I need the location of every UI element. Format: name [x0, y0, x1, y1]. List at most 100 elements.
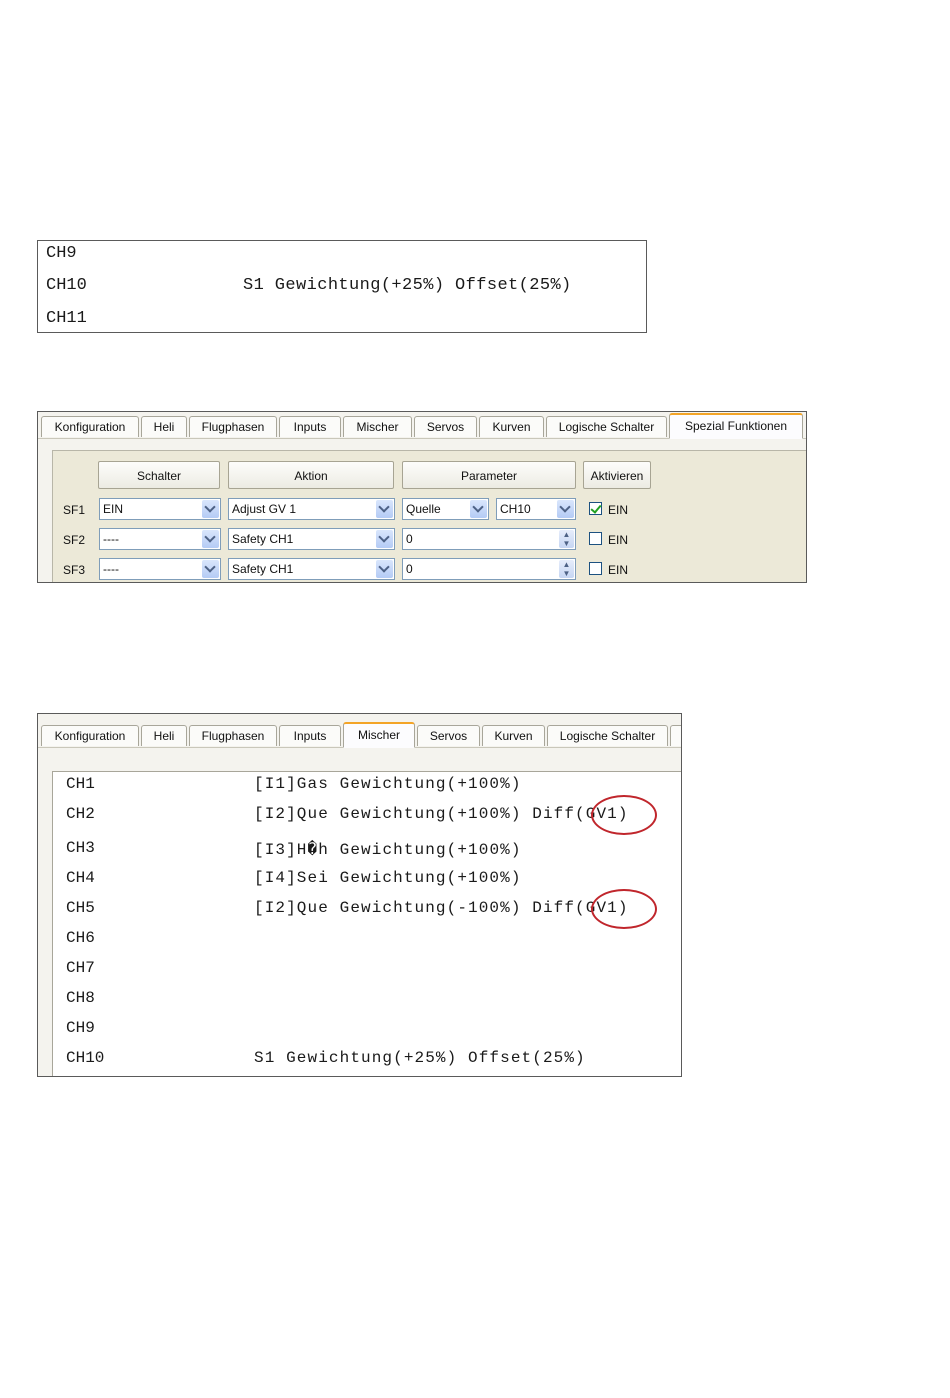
parameter-value: 0 — [406, 532, 413, 546]
chevron-down-icon[interactable] — [376, 560, 393, 578]
mixer-row[interactable]: CH1 [I1]Gas Gewichtung(+100%) — [66, 775, 681, 801]
tab-heli[interactable]: Heli — [141, 416, 187, 437]
channel-label: CH3 — [66, 839, 95, 857]
action-select-value: Adjust GV 1 — [232, 502, 297, 516]
tab-inputs[interactable]: Inputs — [279, 725, 341, 746]
chevron-down-icon[interactable] — [557, 500, 574, 518]
mixer-panel: Konfiguration Heli Flugphasen Inputs Mis… — [37, 713, 682, 1077]
enable-checkbox[interactable] — [589, 532, 602, 545]
action-select[interactable]: Adjust GV 1 — [228, 498, 395, 520]
spin-arrows-icon[interactable]: ▲ ▼ — [559, 530, 574, 548]
switch-select[interactable]: ---- — [99, 528, 221, 550]
mix-definition: [I3]H�h Gewichtung(+100%) — [254, 841, 522, 859]
switch-select-value: EIN — [103, 502, 124, 516]
parameter-mode-select[interactable]: Quelle — [402, 498, 489, 520]
switch-select[interactable]: ---- — [99, 558, 221, 580]
mixer-row[interactable]: CH5 [I2]Que Gewichtung(-100%) Diff(GV1) — [66, 899, 681, 925]
channel-label: CH9 — [46, 244, 77, 263]
mixer-row[interactable]: CH4 [I4]Sei Gewichtung(+100%) — [66, 869, 681, 895]
mixer-row: CH11 — [46, 309, 636, 339]
mix-definition: [I2]Que Gewichtung(-100%) Diff(GV1) — [254, 899, 629, 917]
channel-label: CH10 — [46, 276, 87, 295]
tab-servos[interactable]: Servos — [414, 416, 477, 437]
chevron-down-icon[interactable] — [202, 560, 219, 578]
mixer-row[interactable]: CH10 S1 Gewichtung(+25%) Offset(25%) — [66, 1049, 681, 1075]
chevron-down-icon[interactable] — [202, 530, 219, 548]
channel-label: CH6 — [66, 929, 95, 947]
mixer-row: CH10 S1 Gewichtung(+25%) Offset(25%) — [46, 276, 636, 306]
channel-label: CH2 — [66, 805, 95, 823]
mixer-excerpt-panel: CH9 CH10 S1 Gewichtung(+25%) Offset(25%)… — [37, 240, 647, 333]
tab-konfiguration[interactable]: Konfiguration — [41, 416, 139, 437]
tab-logische-schalter[interactable]: Logische Schalter — [546, 416, 667, 437]
action-select-value: Safety CH1 — [232, 532, 294, 546]
spin-arrows-icon[interactable]: ▲ ▼ — [559, 560, 574, 578]
parameter-spinbox[interactable]: 0 ▲ ▼ — [402, 558, 576, 580]
tab-logische-schalter[interactable]: Logische Schalter — [547, 725, 668, 746]
column-header-enable[interactable]: Aktivieren — [583, 461, 651, 489]
tab-mischer[interactable]: Mischer — [343, 416, 412, 437]
mix-definition: [I2]Que Gewichtung(+100%) Diff(GV1) — [254, 805, 629, 823]
mixer-row[interactable]: CH9 — [66, 1019, 681, 1045]
enable-label: EIN — [608, 533, 629, 547]
enable-label: EIN — [608, 503, 629, 517]
mixer-list: CH1 [I1]Gas Gewichtung(+100%) CH2 [I2]Qu… — [52, 771, 681, 1076]
mix-definition: [I4]Sei Gewichtung(+100%) — [254, 869, 522, 887]
parameter-spinbox[interactable]: 0 ▲ ▼ — [402, 528, 576, 550]
channel-label: CH9 — [66, 1019, 95, 1037]
switch-select-value: ---- — [103, 562, 119, 576]
tab-inputs[interactable]: Inputs — [279, 416, 341, 437]
enable-checkbox[interactable] — [589, 502, 602, 515]
column-header-switch[interactable]: Schalter — [98, 461, 220, 489]
tab-flugphasen[interactable]: Flugphasen — [189, 416, 277, 437]
enable-label: EIN — [608, 563, 629, 577]
mix-definition: S1 Gewichtung(+25%) Offset(25%) — [254, 1049, 586, 1067]
mixer-row[interactable]: CH2 [I2]Que Gewichtung(+100%) Diff(GV1) — [66, 805, 681, 831]
chevron-down-icon[interactable] — [202, 500, 219, 518]
mixer-row[interactable]: CH7 — [66, 959, 681, 985]
sf-row-label: SF3 — [63, 563, 86, 577]
tab-servos[interactable]: Servos — [417, 725, 480, 746]
sf-row-label: SF1 — [63, 503, 86, 517]
gv1-highlight-annotation — [591, 795, 657, 835]
channel-label: CH11 — [46, 309, 87, 328]
mixer-row[interactable]: CH3 [I3]H�h Gewichtung(+100%) — [66, 839, 681, 865]
tab-konfiguration[interactable]: Konfiguration — [41, 725, 139, 746]
tab-kurven[interactable]: Kurven — [482, 725, 545, 746]
tab-overflow[interactable] — [670, 725, 681, 746]
switch-select[interactable]: EIN — [99, 498, 221, 520]
tab-heli[interactable]: Heli — [141, 725, 187, 746]
action-select[interactable]: Safety CH1 — [228, 558, 395, 580]
action-select[interactable]: Safety CH1 — [228, 528, 395, 550]
parameter-mode-value: Quelle — [406, 502, 441, 516]
tab-bar: Konfiguration Heli Flugphasen Inputs Mis… — [38, 412, 806, 439]
channel-label: CH4 — [66, 869, 95, 887]
channel-label: CH7 — [66, 959, 95, 977]
mix-definition: S1 Gewichtung(+25%) Offset(25%) — [243, 276, 572, 295]
mixer-row[interactable]: CH8 — [66, 989, 681, 1015]
parameter-source-value: CH10 — [500, 502, 531, 516]
tab-flugphasen[interactable]: Flugphasen — [189, 725, 277, 746]
channel-label: CH5 — [66, 899, 95, 917]
mixer-row: CH9 — [46, 244, 636, 274]
channel-label: CH10 — [66, 1049, 105, 1067]
chevron-down-icon[interactable] — [470, 500, 487, 518]
tab-mischer[interactable]: Mischer — [343, 722, 415, 748]
gv1-highlight-annotation — [591, 889, 657, 929]
special-functions-table: Schalter Aktion Parameter Aktivieren SF1… — [52, 450, 806, 582]
action-select-value: Safety CH1 — [232, 562, 294, 576]
chevron-down-icon[interactable] — [376, 530, 393, 548]
enable-checkbox[interactable] — [589, 562, 602, 575]
mixer-row[interactable]: CH6 — [66, 929, 681, 955]
chevron-down-icon[interactable] — [376, 500, 393, 518]
column-header-parameter[interactable]: Parameter — [402, 461, 576, 489]
channel-label: CH8 — [66, 989, 95, 1007]
column-header-action[interactable]: Aktion — [228, 461, 394, 489]
tab-spezial-funktionen[interactable]: Spezial Funktionen — [669, 413, 803, 439]
sf-row-label: SF2 — [63, 533, 86, 547]
channel-label: CH1 — [66, 775, 95, 793]
tab-kurven[interactable]: Kurven — [479, 416, 544, 437]
parameter-source-select[interactable]: CH10 — [496, 498, 576, 520]
parameter-value: 0 — [406, 562, 413, 576]
tab-bar: Konfiguration Heli Flugphasen Inputs Mis… — [38, 714, 681, 748]
